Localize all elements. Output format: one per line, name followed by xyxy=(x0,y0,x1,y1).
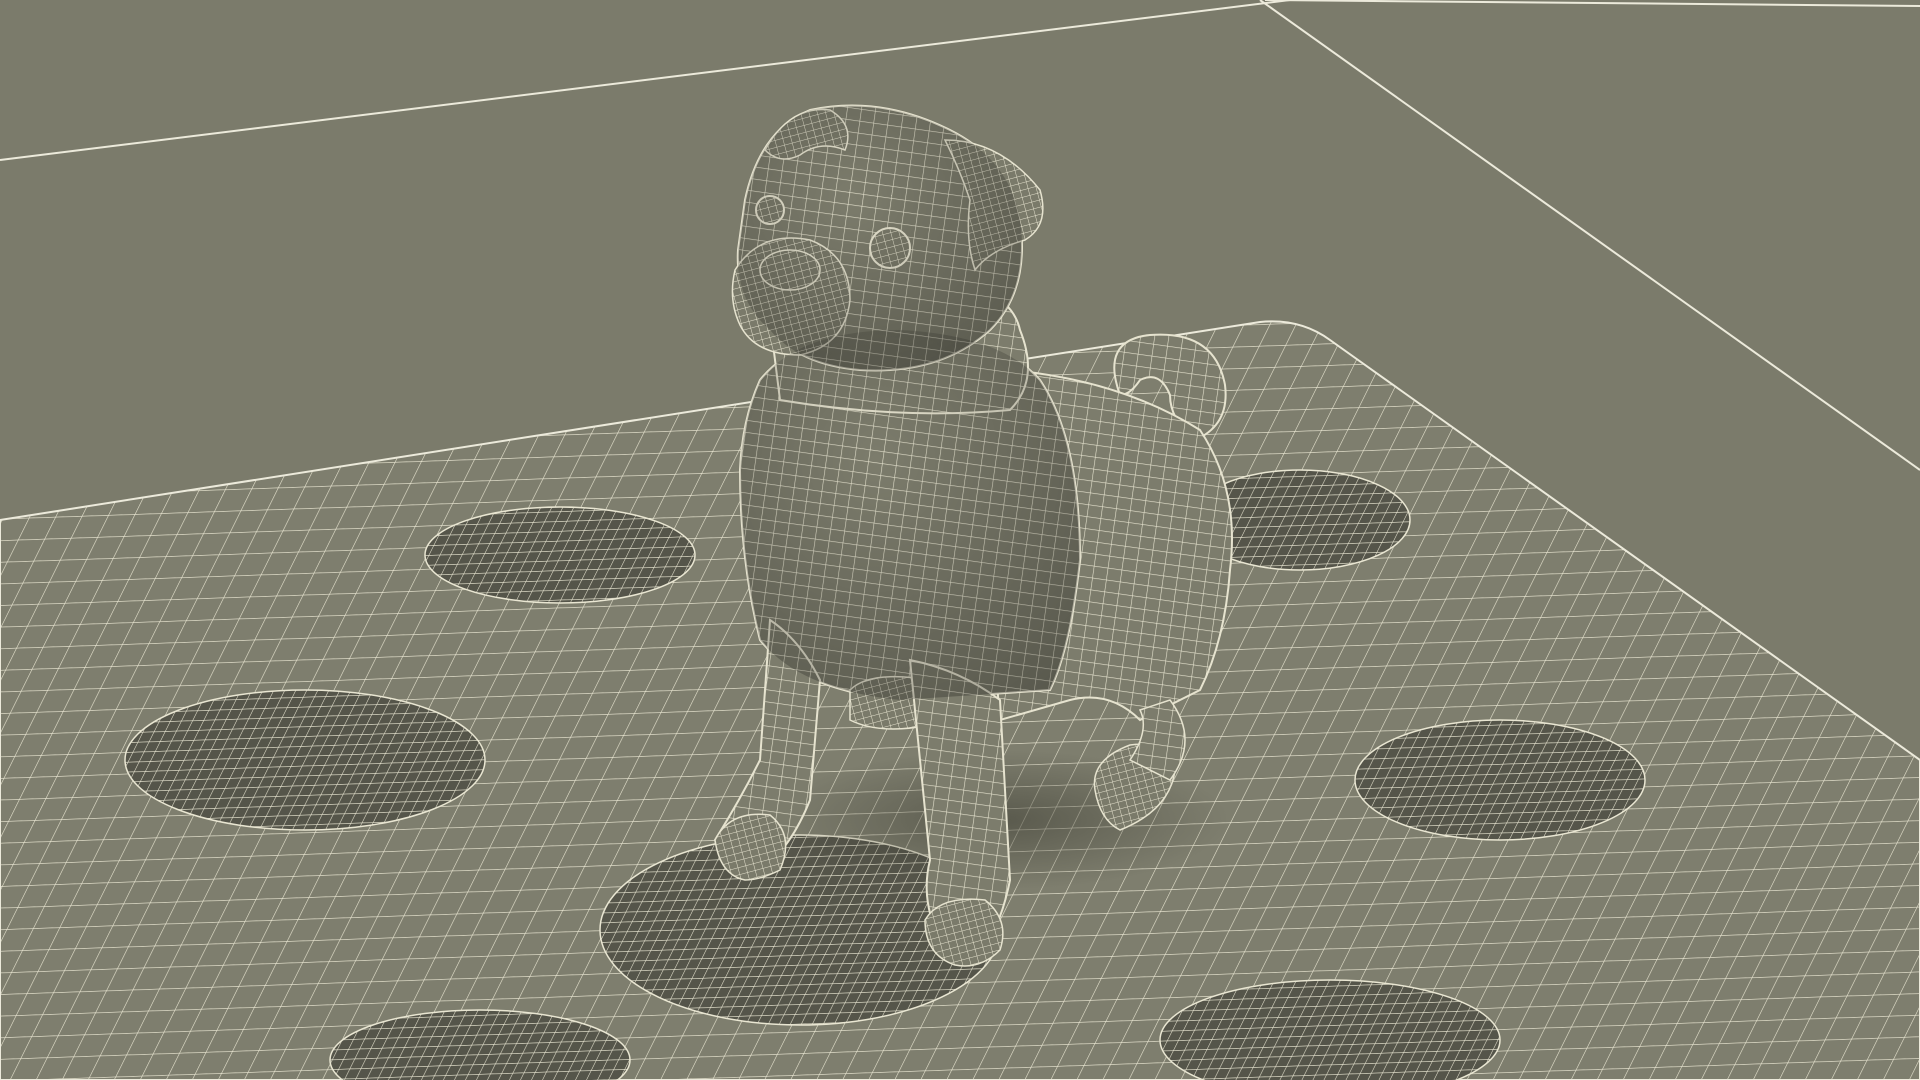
3d-viewport[interactable] xyxy=(0,0,1920,1080)
wireframe-render xyxy=(0,0,1920,1080)
